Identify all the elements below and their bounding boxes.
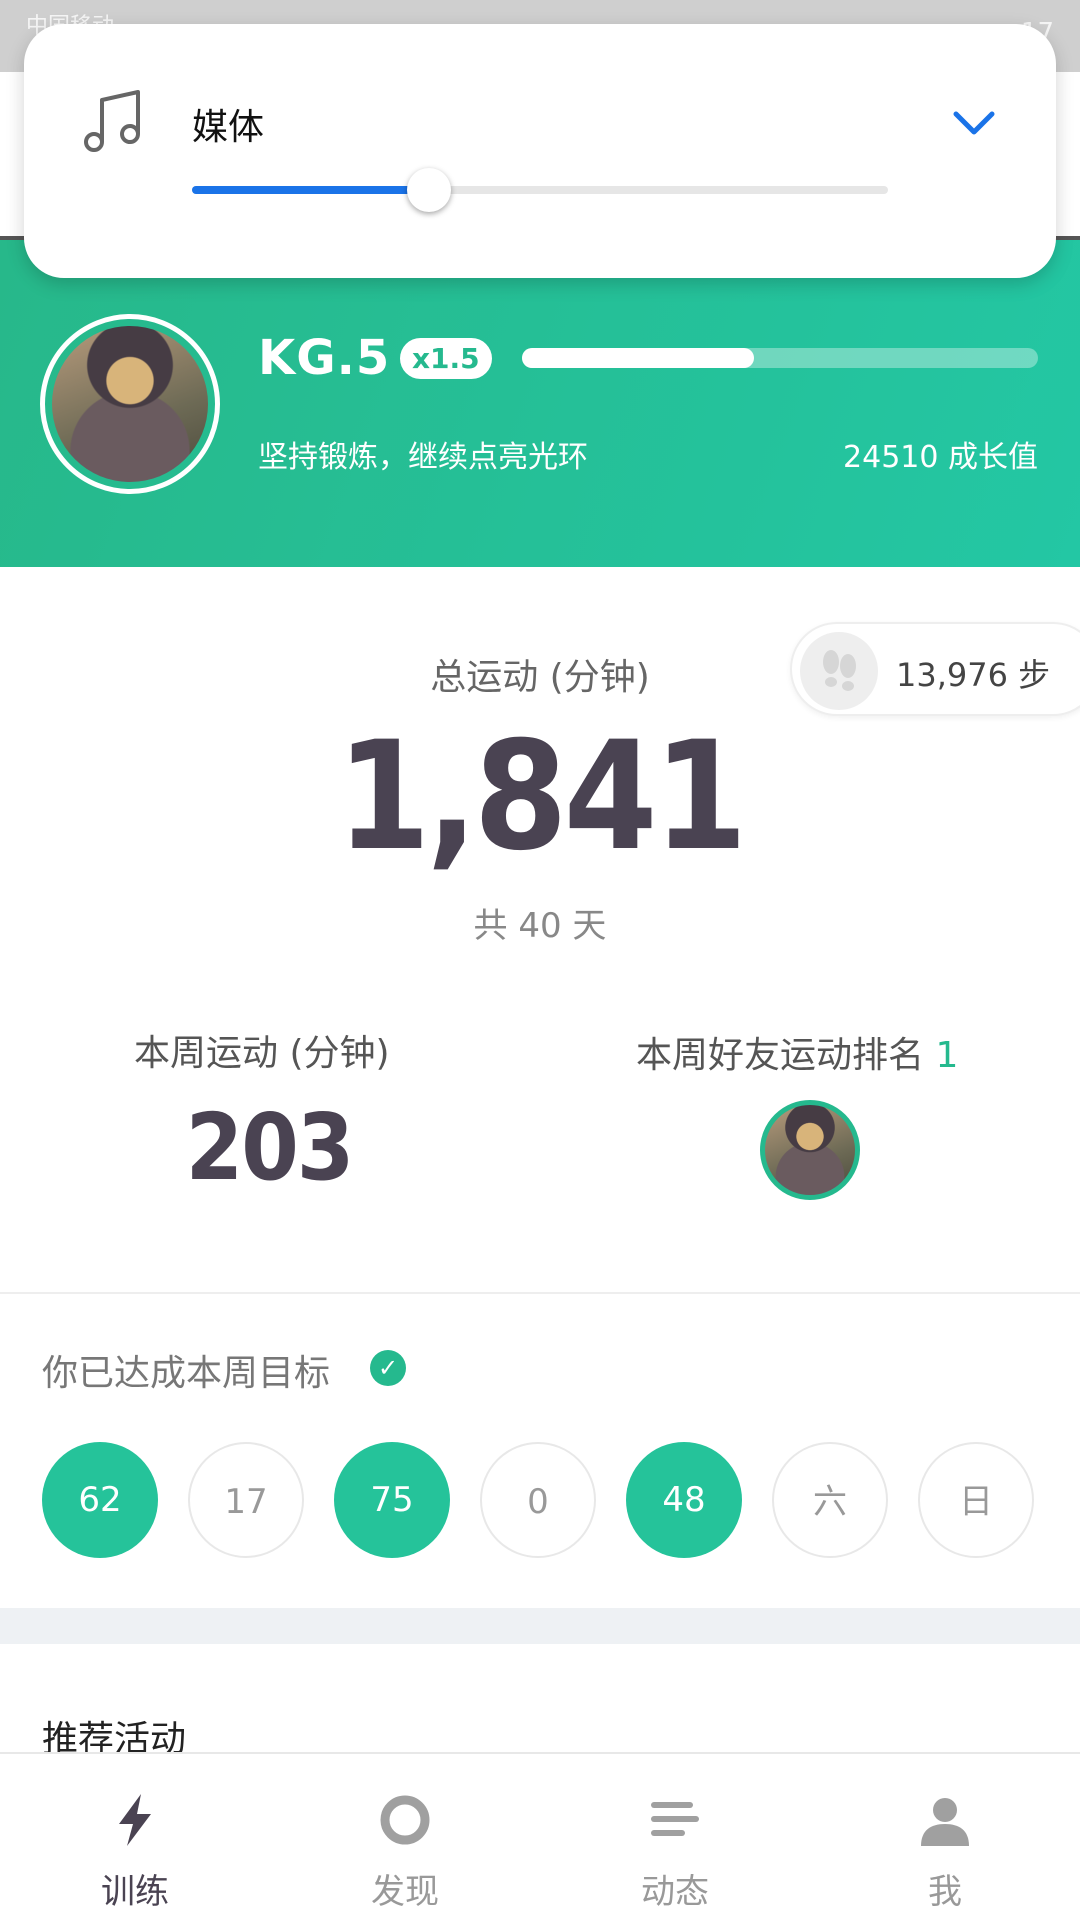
person-icon <box>921 1798 969 1846</box>
volume-panel: 媒体 <box>24 24 1056 278</box>
volume-slider-thumb[interactable] <box>406 168 451 212</box>
volume-slider[interactable] <box>192 168 888 212</box>
bottom-navigation: 训练 发现 动态 我 <box>0 1752 1080 1920</box>
weekly-goal-day[interactable]: 0 <box>480 1442 596 1558</box>
weekly-goal-day[interactable]: 48 <box>626 1442 742 1558</box>
weekly-goal-day[interactable]: 62 <box>42 1442 158 1558</box>
nav-label: 训练 <box>101 1872 169 1912</box>
friend-rank-avatar[interactable] <box>760 1100 860 1200</box>
total-exercise-value[interactable]: 1,841 <box>0 710 1080 884</box>
feed-lines-icon <box>651 1802 699 1836</box>
nav-tab-training[interactable]: 训练 <box>0 1754 270 1920</box>
volume-slider-fill <box>192 186 429 194</box>
total-days: 共 40 天 <box>473 906 607 946</box>
friend-rank-label[interactable]: 本周好友运动排名 1 <box>636 1026 958 1078</box>
volume-stream-label: 媒体 <box>192 107 265 148</box>
weekly-goal-days: 62 17 75 0 48 六日 <box>42 1442 1042 1560</box>
multiplier-badge: x1.5 <box>400 338 492 379</box>
nav-label: 动态 <box>641 1872 709 1912</box>
chevron-down-icon[interactable] <box>946 94 1002 150</box>
nav-tab-feed[interactable]: 动态 <box>540 1754 810 1920</box>
nav-tab-discover[interactable]: 发现 <box>270 1754 540 1920</box>
nav-label: 发现 <box>371 1872 439 1912</box>
level-progress-bar <box>522 348 1038 368</box>
avatar-image <box>52 326 208 482</box>
weekly-goal-day[interactable]: 75 <box>334 1442 450 1558</box>
nav-label: 我 <box>928 1872 962 1912</box>
music-note-icon <box>84 90 140 152</box>
weekly-goal-day[interactable]: 六 <box>772 1442 888 1558</box>
level-label: KG.5 <box>258 330 391 386</box>
weekly-goal-label: 你已达成本周目标 <box>42 1353 331 1394</box>
profile-banner[interactable]: KG.5 x1.5 坚持锻炼，继续点亮光环 24510 成长值 <box>0 240 1080 567</box>
weekly-goal-day[interactable]: 17 <box>188 1442 304 1558</box>
weekly-goal-day[interactable]: 日 <box>918 1442 1034 1558</box>
week-exercise-label: 本周运动 (分钟) <box>134 1033 390 1074</box>
friend-rank-number: 1 <box>935 1035 959 1076</box>
friend-rank-text: 本周好友运动排名 <box>636 1035 925 1076</box>
lightning-icon <box>119 1794 151 1846</box>
circle-icon <box>380 1795 430 1845</box>
profile-avatar[interactable] <box>40 314 220 494</box>
app-screen: 中国移动 17 KG.5 x1.5 坚持锻炼，继续点亮光环 24510 成长值 … <box>0 0 1080 1920</box>
section-divider <box>0 1292 1080 1294</box>
check-icon: ✓ <box>370 1350 406 1386</box>
growth-value: 24510 成长值 <box>843 440 1038 475</box>
total-exercise-label: 总运动 (分钟) <box>430 657 650 698</box>
slogan-text: 坚持锻炼，继续点亮光环 <box>258 440 588 475</box>
section-gap <box>0 1608 1080 1644</box>
level-progress-fill <box>522 348 755 368</box>
week-exercise-value[interactable]: 203 <box>134 1094 404 1201</box>
nav-tab-me[interactable]: 我 <box>810 1754 1080 1920</box>
